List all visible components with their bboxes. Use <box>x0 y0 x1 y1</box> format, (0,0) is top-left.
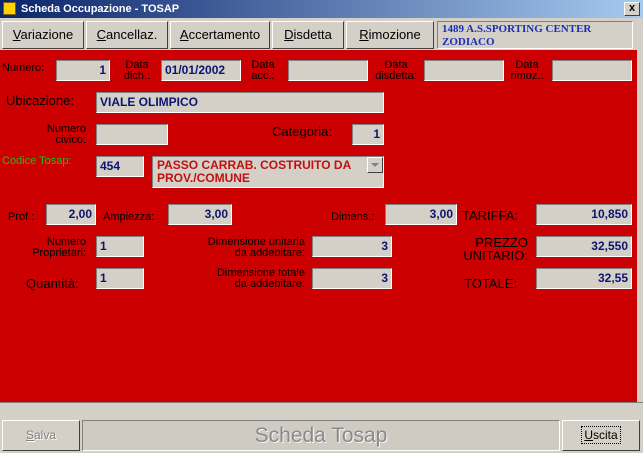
ubicazione-field[interactable]: VIALE OLIMPICO <box>96 92 384 113</box>
occupant-title: 1489 A.S.SPORTING CENTER ZODIACO <box>437 21 633 49</box>
title-bar: Scheda Occupazione - TOSAP x <box>0 0 643 18</box>
right-edge <box>637 50 643 402</box>
data-rimoz-label: Data rimoz.: <box>510 59 544 82</box>
occupant-title-line1: 1489 A.S.SPORTING CENTER <box>442 23 592 35</box>
app-icon <box>3 2 16 15</box>
salva-button[interactable]: Salva <box>2 420 80 451</box>
numero-civico-label: Numero civico: <box>46 123 86 146</box>
numero-civico-field[interactable] <box>96 124 168 145</box>
data-acc-field[interactable] <box>288 60 368 81</box>
data-dich-field[interactable]: 01/01/2002 <box>161 60 241 81</box>
dim-unitaria-label: Dimensione unitaria da addebitare: <box>207 236 305 259</box>
prezzo-unitario-field[interactable]: 32,550 <box>536 236 632 257</box>
data-disdetta-field[interactable] <box>424 60 504 81</box>
uscita-button[interactable]: Uscita <box>562 420 640 451</box>
data-rimoz-field[interactable] <box>552 60 632 81</box>
categoria-field[interactable]: 1 <box>352 124 384 145</box>
categoria-label: Categoria: <box>272 124 332 139</box>
prezzo-unitario-label: PREZZO UNITARIO: <box>463 235 528 263</box>
codice-tosap-label: Codice Tosap: <box>2 155 72 167</box>
codice-tosap-dropdown[interactable]: PASSO CARRAB. COSTRUITO DA PROV./COMUNE <box>152 156 384 188</box>
dimens-field[interactable]: 3,00 <box>385 204 457 225</box>
occupant-title-line2: ZODIACO <box>442 36 495 48</box>
accertamento-button[interactable]: Accertamento <box>170 21 270 49</box>
data-acc-label: Data acc.: <box>251 59 275 82</box>
numero-label: Numero: <box>2 62 45 74</box>
close-button[interactable]: x <box>624 2 640 16</box>
disdetta-button[interactable]: Disdetta <box>272 21 344 49</box>
dim-totale-label: Dimensione totale da addebitare: <box>216 267 305 290</box>
codice-description: PASSO CARRAB. COSTRUITO DA PROV./COMUNE <box>157 158 351 185</box>
totale-label: TOTALE: <box>464 276 517 291</box>
prof-field[interactable]: 2,00 <box>46 204 96 225</box>
chevron-down-icon[interactable] <box>367 157 383 173</box>
window-title: Scheda Occupazione - TOSAP <box>21 3 180 15</box>
totale-field[interactable]: 32,55 <box>536 268 632 289</box>
window: Scheda Occupazione - TOSAP x Variazione … <box>0 0 643 453</box>
variazione-button[interactable]: Variazione <box>2 21 84 49</box>
numero-field[interactable]: 1 <box>56 60 110 81</box>
quantita-label: Quantità: <box>26 276 79 291</box>
rimozione-button[interactable]: Rimozione <box>346 21 434 49</box>
dim-totale-field[interactable]: 3 <box>312 268 392 289</box>
tariffa-field[interactable]: 10,850 <box>536 204 632 225</box>
numero-proprietari-field[interactable]: 1 <box>96 236 144 257</box>
ampiezza-label: Ampiezza: <box>103 211 155 223</box>
tariffa-label: TARIFFA: <box>462 208 519 223</box>
footer-title: Scheda Tosap <box>82 420 560 451</box>
ampiezza-field[interactable]: 3,00 <box>168 204 232 225</box>
bottom-bar: Salva Scheda Tosap Uscita <box>0 418 643 453</box>
quantita-field[interactable]: 1 <box>96 268 144 289</box>
numero-proprietari-label: Numero Proprietari: <box>32 236 86 259</box>
codice-tosap-field[interactable]: 454 <box>96 156 144 177</box>
data-dich-label: Data dich.: <box>123 59 151 82</box>
dim-unitaria-field[interactable]: 3 <box>312 236 392 257</box>
data-disdetta-label: Data disdetta: <box>375 59 417 82</box>
ubicazione-label: Ubicazione: <box>6 93 74 108</box>
cancellazione-button[interactable]: Cancellaz. <box>86 21 168 49</box>
prof-label: Prof.: <box>8 211 35 223</box>
status-bar <box>0 402 643 417</box>
toolbar: Variazione Cancellaz. Accertamento Disde… <box>0 20 643 49</box>
dimens-label: Dimens.: <box>331 211 375 223</box>
